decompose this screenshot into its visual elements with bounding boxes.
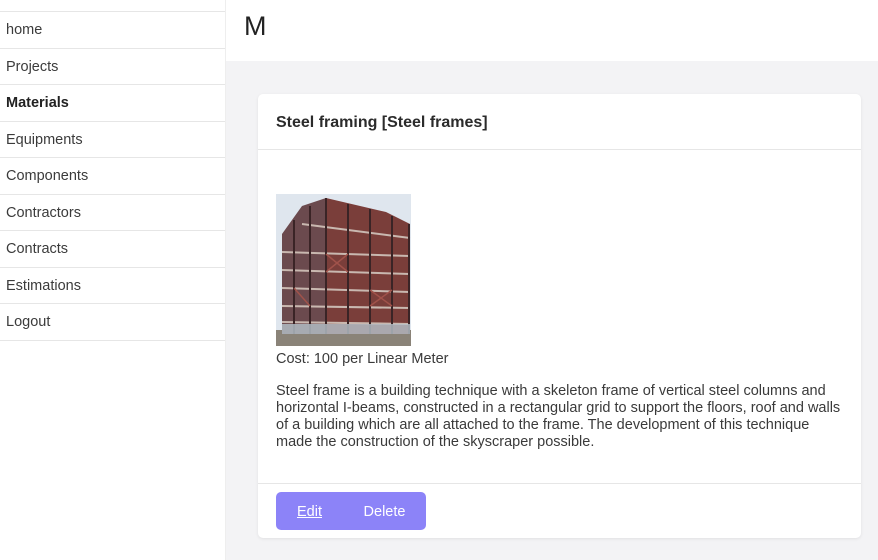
steel-frame-building-photo [276,194,411,346]
sidebar-item-equipments[interactable]: Equipments [0,122,225,158]
delete-button[interactable]: Delete [343,492,426,530]
sidebar: home Projects Materials Equipments Compo… [0,0,226,560]
page-header: M [226,0,878,61]
sidebar-item-estimations[interactable]: Estimations [0,268,225,304]
material-cost: Cost: 100 per Linear Meter [276,351,449,367]
sidebar-item-contracts[interactable]: Contracts [0,231,225,268]
sidebar-item-projects[interactable]: Projects [0,49,225,85]
sidebar-item-contractors[interactable]: Contractors [0,195,225,231]
main-content: Steel framing [Steel frames] Cost: 100 p… [226,61,878,560]
card-header: Steel framing [Steel frames] [258,94,861,150]
material-title: Steel framing [Steel frames] [276,114,488,131]
sidebar-item-materials[interactable]: Materials [0,85,225,122]
edit-button[interactable]: Edit [276,492,343,530]
card-footer: Edit Delete [258,483,861,538]
sidebar-item-components[interactable]: Components [0,158,225,195]
sidebar-item-logout[interactable]: Logout [0,304,225,341]
page-title: M [244,11,267,41]
sidebar-nav: home Projects Materials Equipments Compo… [0,11,225,341]
material-image [276,194,411,346]
material-card: Steel framing [Steel frames] Cost: 100 p… [258,94,861,538]
sidebar-item-home[interactable]: home [0,12,225,49]
material-description: Steel frame is a building technique with… [276,383,841,450]
